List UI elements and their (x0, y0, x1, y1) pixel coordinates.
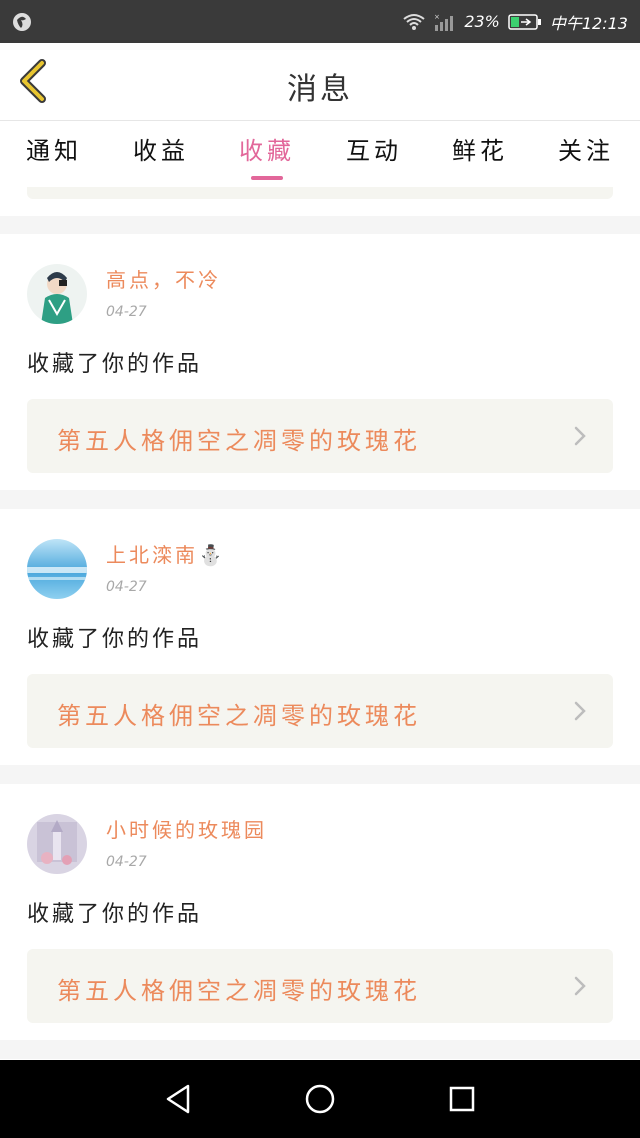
page-title: 消息 (287, 72, 353, 107)
avatar[interactable] (27, 539, 87, 599)
triangle-back-icon (166, 1084, 190, 1114)
action-text: 收藏了你的作品 (27, 627, 203, 652)
tab-flowers[interactable]: 鲜花 (452, 131, 508, 166)
previous-card-fragment (0, 187, 640, 216)
notification-list[interactable]: 高点，不冷 04-27 收藏了你的作品 第五人格佣空之凋零的玫瑰花 上北滦南⛄ … (0, 187, 640, 1060)
work-title: 第五人格佣空之凋零的玫瑰花 (57, 427, 421, 455)
work-link[interactable]: 第五人格佣空之凋零的玫瑰花 (27, 949, 613, 1023)
username[interactable]: 上北滦南⛄ (106, 539, 226, 568)
username[interactable]: 高点，不冷 (106, 264, 221, 293)
work-link[interactable]: 第五人格佣空之凋零的玫瑰花 (27, 674, 613, 748)
app-notification-icon (13, 13, 31, 31)
square-recents-icon (449, 1086, 475, 1112)
work-title: 第五人格佣空之凋零的玫瑰花 (57, 977, 421, 1005)
chevron-right-icon (574, 701, 586, 721)
notification-card: 小时候的玫瑰园 04-27 收藏了你的作品 第五人格佣空之凋零的玫瑰花 (0, 784, 640, 1040)
tab-favorites[interactable]: 收藏 (239, 131, 295, 166)
work-title: 第五人格佣空之凋零的玫瑰花 (57, 702, 421, 730)
action-text: 收藏了你的作品 (27, 902, 203, 927)
svg-text:×: × (434, 13, 440, 21)
timestamp: 04-27 (106, 304, 147, 320)
header: 消息 (0, 43, 640, 121)
tab-interactions[interactable]: 互动 (346, 131, 402, 166)
circle-home-icon (305, 1084, 335, 1114)
tab-follows[interactable]: 关注 (558, 131, 614, 166)
clock: 中午12:13 (549, 13, 628, 33)
work-link[interactable]: 第五人格佣空之凋零的玫瑰花 (27, 399, 613, 473)
avatar[interactable] (27, 264, 87, 324)
nav-home-button[interactable] (300, 1079, 340, 1119)
active-tab-indicator (251, 176, 283, 180)
system-nav-bar (0, 1060, 640, 1138)
chevron-right-icon (574, 976, 586, 996)
nav-back-button[interactable] (158, 1079, 198, 1119)
battery-percent: 23% (464, 12, 500, 31)
tab-earnings[interactable]: 收益 (133, 131, 189, 166)
avatar[interactable] (27, 814, 87, 874)
tab-bar: 通知 收益 收藏 互动 鲜花 关注 (0, 121, 640, 187)
username[interactable]: 小时候的玫瑰园 (106, 814, 267, 843)
previous-work-link-fragment[interactable] (27, 187, 613, 199)
notification-card: 高点，不冷 04-27 收藏了你的作品 第五人格佣空之凋零的玫瑰花 (0, 234, 640, 490)
timestamp: 04-27 (106, 579, 147, 595)
battery-icon (508, 13, 541, 30)
signal-icon: × (434, 13, 454, 31)
chevron-right-icon (574, 426, 586, 446)
timestamp: 04-27 (106, 854, 147, 870)
nav-recents-button[interactable] (442, 1079, 482, 1119)
notification-card: 上北滦南⛄ 04-27 收藏了你的作品 第五人格佣空之凋零的玫瑰花 (0, 509, 640, 765)
action-text: 收藏了你的作品 (27, 352, 203, 377)
status-bar: × 23% 中午12:13 (0, 0, 640, 43)
wifi-icon (403, 13, 425, 30)
tab-notifications[interactable]: 通知 (26, 131, 82, 166)
